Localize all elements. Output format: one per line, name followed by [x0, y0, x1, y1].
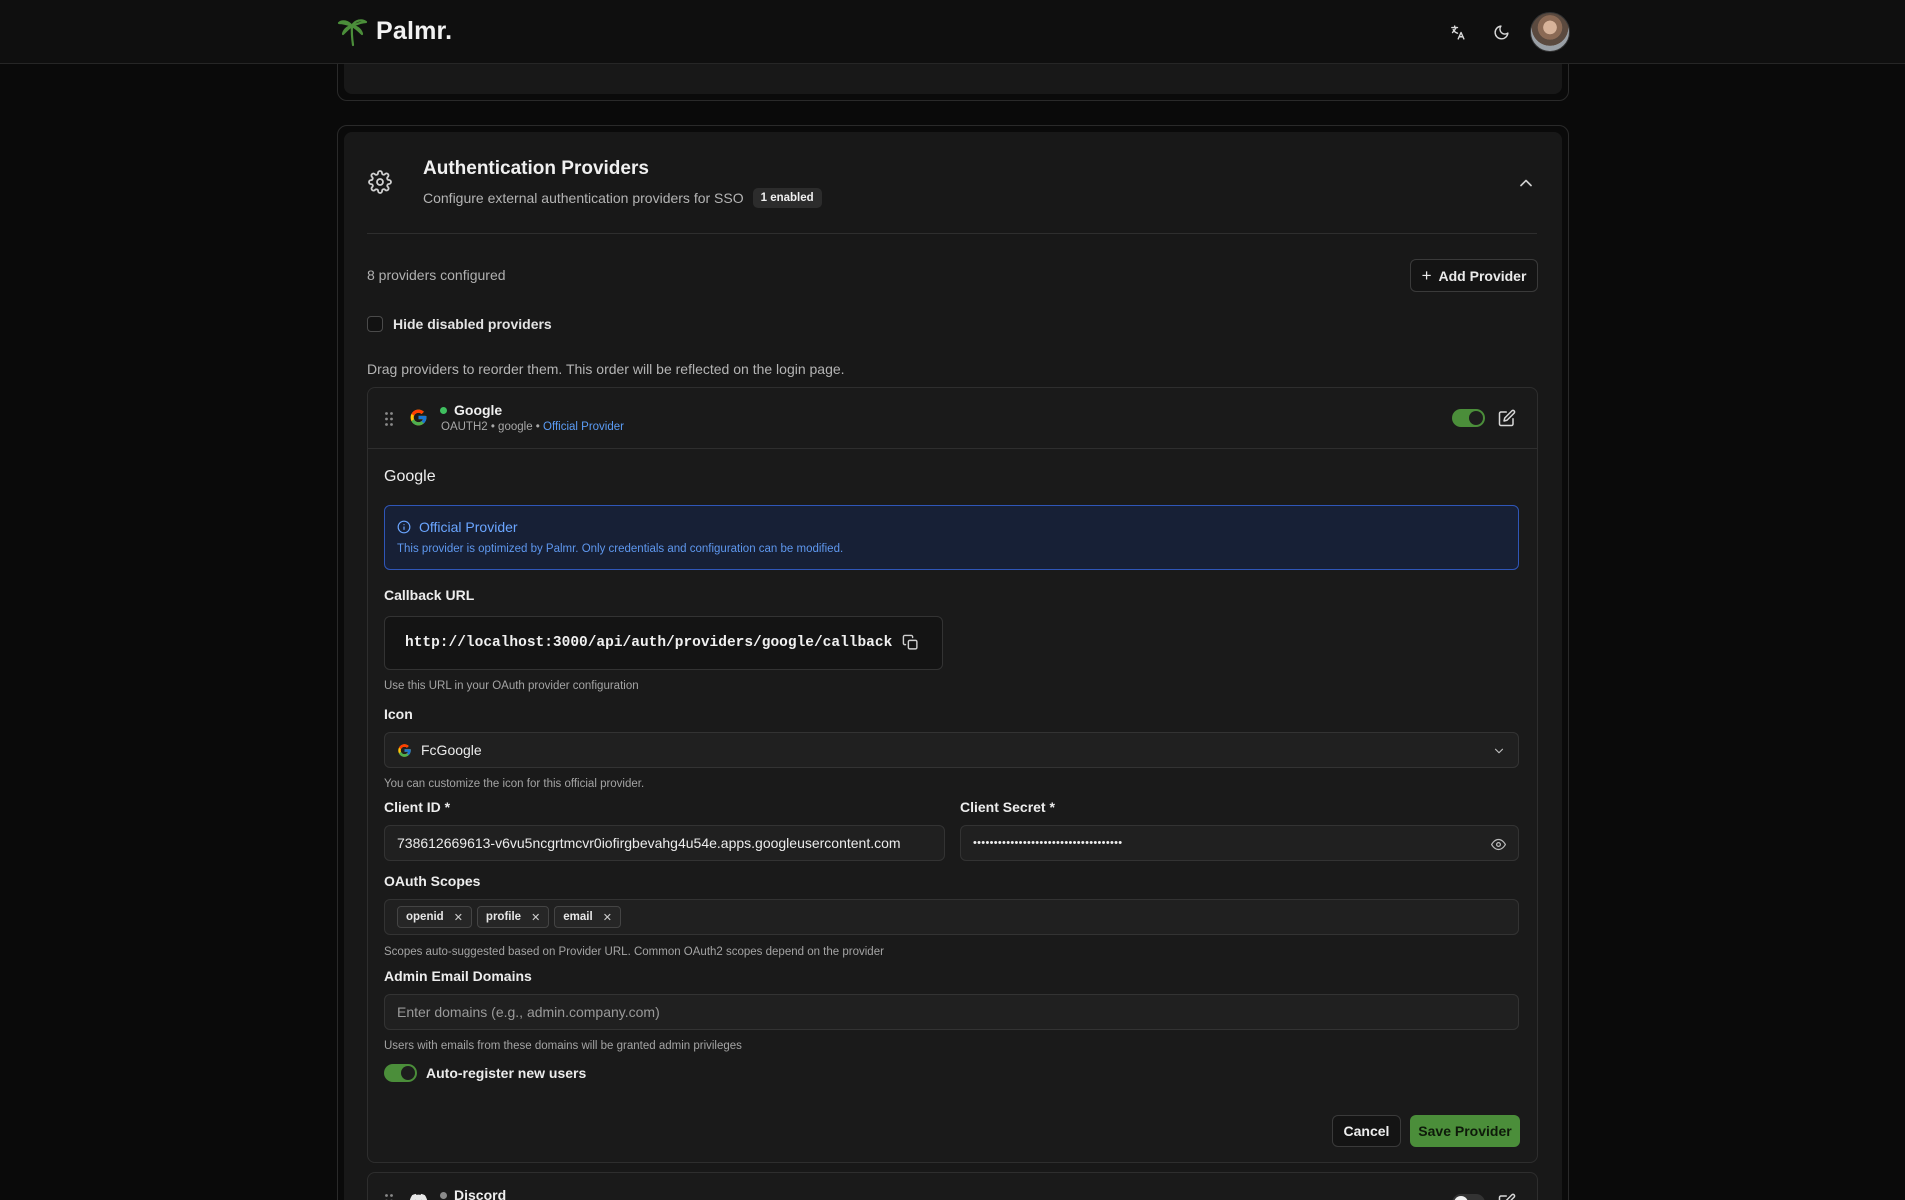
official-provider-notice: Official Provider This provider is optim… — [384, 505, 1519, 570]
remove-scope-icon[interactable]: ✕ — [531, 911, 540, 924]
official-provider-tag: Official Provider — [543, 421, 624, 433]
scope-chip-label: openid — [406, 911, 444, 923]
discord-logo-icon — [409, 1193, 428, 1200]
edit-icon[interactable] — [1498, 409, 1516, 427]
callback-url-box: http://localhost:3000/api/auth/providers… — [384, 616, 943, 670]
hide-disabled-row[interactable]: Hide disabled providers — [367, 316, 552, 332]
auto-register-label: Auto-register new users — [426, 1065, 587, 1081]
client-secret-label: Client Secret * — [960, 799, 1055, 815]
providers-count: 8 providers configured — [367, 267, 506, 283]
scope-chip-label: profile — [485, 911, 522, 923]
eye-icon[interactable] — [1491, 837, 1506, 852]
scope-chip-label: email — [563, 911, 593, 923]
drag-handle-icon[interactable] — [384, 1193, 394, 1200]
provider-card-google: Google OAUTH2 • google • Official Provid… — [367, 387, 1538, 1163]
chevron-up-icon[interactable] — [1516, 173, 1536, 193]
admin-domains-help: Users with emails from these domains wil… — [384, 1040, 742, 1052]
avatar[interactable] — [1530, 12, 1570, 52]
icon-label: Icon — [384, 706, 413, 722]
section-subtitle: Configure external authentication provid… — [423, 190, 744, 206]
section-subtitle-row: Configure external authentication provid… — [423, 188, 822, 208]
add-provider-button[interactable]: + Add Provider — [1410, 259, 1538, 292]
provider-name-row: Google — [440, 402, 502, 418]
notice-title-row: Official Provider — [397, 519, 518, 535]
provider-enabled-toggle[interactable] — [1452, 409, 1485, 427]
admin-domains-input[interactable]: Enter domains (e.g., admin.company.com) — [384, 994, 1519, 1030]
remove-scope-icon[interactable]: ✕ — [454, 911, 463, 924]
scope-chip: openid ✕ — [397, 906, 472, 928]
admin-domains-placeholder: Enter domains (e.g., admin.company.com) — [397, 1004, 660, 1020]
oauth-scopes-input[interactable]: openid ✕ profile ✕ email ✕ — [384, 899, 1519, 935]
client-id-input[interactable]: 738612669613-v6vu5ncgrtmcvr0iofirgbevahg… — [384, 825, 945, 861]
section-title: Authentication Providers — [423, 158, 649, 179]
provider-header: Google OAUTH2 • google • Official Provid… — [368, 388, 1537, 449]
form-title: Google — [384, 468, 436, 485]
oauth-scopes-help: Scopes auto-suggested based on Provider … — [384, 946, 884, 958]
brand[interactable]: Palmr. — [336, 14, 452, 48]
drag-handle-icon[interactable] — [384, 411, 394, 427]
hide-disabled-checkbox[interactable] — [367, 316, 383, 332]
cancel-button[interactable]: Cancel — [1332, 1115, 1401, 1147]
chevron-down-icon — [1494, 748, 1504, 754]
hide-disabled-label[interactable]: Hide disabled providers — [393, 316, 552, 332]
info-icon — [397, 520, 411, 534]
oauth-scopes-label: OAuth Scopes — [384, 873, 481, 889]
save-provider-button[interactable]: Save Provider — [1410, 1115, 1520, 1147]
provider-meta: OAUTH2 • google • Official Provider — [441, 421, 624, 433]
google-logo-icon — [398, 744, 411, 757]
admin-domains-label: Admin Email Domains — [384, 968, 532, 984]
callback-url-label: Callback URL — [384, 587, 475, 603]
notice-text: This provider is optimized by Palmr. Onl… — [397, 543, 844, 555]
client-secret-value: •••••••••••••••••••••••••••••••••••• — [973, 837, 1123, 849]
provider-name: Discord — [454, 1187, 507, 1200]
copy-icon[interactable] — [902, 634, 919, 651]
palm-logo-icon — [337, 19, 368, 47]
client-id-label: Client ID * — [384, 799, 451, 815]
client-id-value: 738612669613-v6vu5ncgrtmcvr0iofirgbevahg… — [397, 835, 901, 851]
gear-icon — [368, 170, 392, 194]
callback-url-help: Use this URL in your OAuth provider conf… — [384, 680, 639, 692]
drag-hint: Drag providers to reorder them. This ord… — [367, 361, 845, 377]
client-secret-input[interactable]: •••••••••••••••••••••••••••••••••••• — [960, 825, 1519, 861]
provider-card-discord: Discord — [367, 1172, 1538, 1200]
moon-icon[interactable] — [1486, 17, 1516, 47]
icon-select[interactable]: FcGoogle — [384, 732, 1519, 768]
google-logo-icon — [410, 409, 427, 426]
status-dot — [440, 1191, 447, 1199]
scope-chip: email ✕ — [554, 906, 621, 928]
icon-help: You can customize the icon for this offi… — [384, 778, 645, 790]
app-name: Palmr. — [376, 16, 453, 45]
provider-name: Google — [454, 402, 503, 418]
auto-register-row: Auto-register new users — [384, 1064, 586, 1082]
provider-meta-prefix: OAUTH2 • google • — [441, 421, 544, 433]
plus-icon: + — [1421, 266, 1432, 285]
callback-url-value[interactable]: http://localhost:3000/api/auth/providers… — [405, 635, 892, 651]
provider-name-row: Discord — [440, 1187, 506, 1200]
enabled-count-badge: 1 enabled — [752, 188, 822, 208]
notice-title: Official Provider — [419, 519, 518, 535]
provider-enabled-toggle[interactable] — [1452, 1194, 1485, 1200]
translate-icon[interactable] — [1442, 17, 1472, 47]
auto-register-toggle[interactable] — [384, 1064, 417, 1082]
icon-select-value: FcGoogle — [421, 742, 482, 758]
section-divider — [367, 233, 1537, 234]
top-bar: Palmr. — [0, 0, 1905, 64]
add-provider-label: Add Provider — [1438, 267, 1527, 284]
status-dot — [440, 406, 447, 414]
header-actions — [1442, 12, 1570, 52]
scope-chip: profile ✕ — [476, 906, 550, 928]
edit-icon[interactable] — [1498, 1193, 1516, 1200]
remove-scope-icon[interactable]: ✕ — [603, 911, 612, 924]
